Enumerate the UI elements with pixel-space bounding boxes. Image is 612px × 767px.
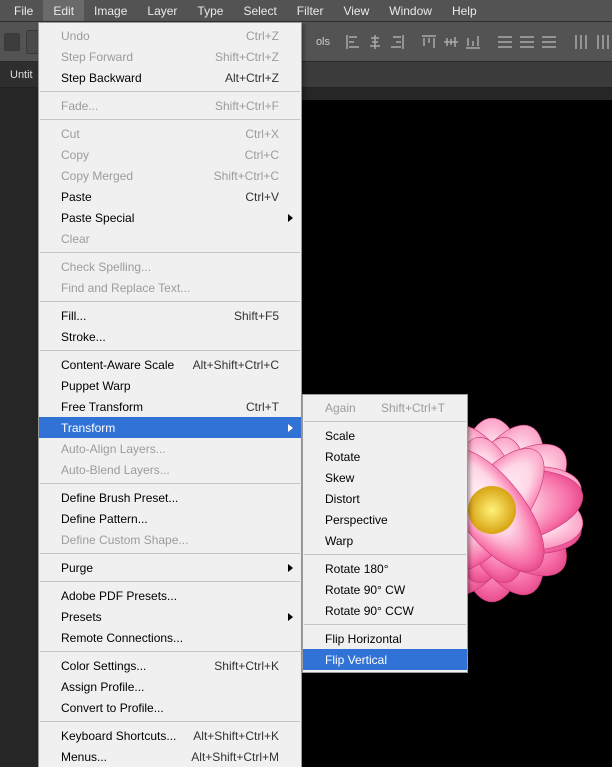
menu-separator bbox=[304, 624, 466, 625]
menu-puppet-warp[interactable]: Puppet Warp bbox=[39, 375, 301, 396]
menu-separator bbox=[40, 483, 300, 484]
menu-separator bbox=[40, 350, 300, 351]
align-bottom-edges-icon[interactable] bbox=[464, 33, 482, 51]
menu-layer[interactable]: Layer bbox=[137, 0, 187, 21]
menu-define-brush[interactable]: Define Brush Preset... bbox=[39, 487, 301, 508]
distribute-vcenters-icon[interactable] bbox=[518, 33, 536, 51]
menu-rotate-180[interactable]: Rotate 180° bbox=[303, 558, 467, 579]
distribute-top-icon[interactable] bbox=[496, 33, 514, 51]
menubar: File Edit Image Layer Type Select Filter… bbox=[0, 0, 612, 22]
menu-help[interactable]: Help bbox=[442, 0, 487, 21]
distribute-left-icon[interactable] bbox=[572, 33, 590, 51]
menu-separator bbox=[40, 91, 300, 92]
menu-step-forward[interactable]: Step ForwardShift+Ctrl+Z bbox=[39, 46, 301, 67]
menu-menus[interactable]: Menus...Alt+Shift+Ctrl+M bbox=[39, 746, 301, 767]
submenu-arrow-icon bbox=[288, 613, 293, 621]
menu-convert-profile[interactable]: Convert to Profile... bbox=[39, 697, 301, 718]
menu-undo[interactable]: UndoCtrl+Z bbox=[39, 25, 301, 46]
menu-color-settings[interactable]: Color Settings...Shift+Ctrl+K bbox=[39, 655, 301, 676]
align-top-edges-icon[interactable] bbox=[420, 33, 438, 51]
tool-preset-picker[interactable] bbox=[4, 33, 20, 51]
menu-fill[interactable]: Fill...Shift+F5 bbox=[39, 305, 301, 326]
submenu-arrow-icon bbox=[288, 564, 293, 572]
menu-view[interactable]: View bbox=[333, 0, 379, 21]
menu-separator bbox=[40, 252, 300, 253]
menu-define-pattern[interactable]: Define Pattern... bbox=[39, 508, 301, 529]
menu-transform[interactable]: Transform bbox=[39, 417, 301, 438]
menu-paste-special[interactable]: Paste Special bbox=[39, 207, 301, 228]
menu-free-transform[interactable]: Free TransformCtrl+T bbox=[39, 396, 301, 417]
submenu-arrow-icon bbox=[288, 424, 293, 432]
align-left-edges-icon[interactable] bbox=[344, 33, 362, 51]
menu-flip-horizontal[interactable]: Flip Horizontal bbox=[303, 628, 467, 649]
menu-separator bbox=[40, 721, 300, 722]
distribute-bottom-icon[interactable] bbox=[540, 33, 558, 51]
menu-define-shape[interactable]: Define Custom Shape... bbox=[39, 529, 301, 550]
menu-file[interactable]: File bbox=[4, 0, 43, 21]
menu-check-spelling[interactable]: Check Spelling... bbox=[39, 256, 301, 277]
distribute-hcenters-icon[interactable] bbox=[594, 33, 612, 51]
align-right-edges-icon[interactable] bbox=[388, 33, 406, 51]
transform-submenu: AgainShift+Ctrl+T Scale Rotate Skew Dist… bbox=[302, 394, 468, 673]
menu-separator bbox=[40, 581, 300, 582]
menu-type[interactable]: Type bbox=[187, 0, 233, 21]
menu-rotate-90-cw[interactable]: Rotate 90° CW bbox=[303, 579, 467, 600]
menu-separator bbox=[40, 553, 300, 554]
menu-image[interactable]: Image bbox=[84, 0, 137, 21]
menu-keyboard-shortcuts[interactable]: Keyboard Shortcuts...Alt+Shift+Ctrl+K bbox=[39, 725, 301, 746]
align-vertical-centers-icon[interactable] bbox=[442, 33, 460, 51]
menu-step-backward[interactable]: Step BackwardAlt+Ctrl+Z bbox=[39, 67, 301, 88]
menu-transform-warp[interactable]: Warp bbox=[303, 530, 467, 551]
menu-purge[interactable]: Purge bbox=[39, 557, 301, 578]
menu-transform-rotate[interactable]: Rotate bbox=[303, 446, 467, 467]
toolbar-label-fragment: ols bbox=[316, 36, 330, 48]
menu-clear[interactable]: Clear bbox=[39, 228, 301, 249]
menu-transform-scale[interactable]: Scale bbox=[303, 425, 467, 446]
menu-rotate-90-ccw[interactable]: Rotate 90° CCW bbox=[303, 600, 467, 621]
menu-paste[interactable]: PasteCtrl+V bbox=[39, 186, 301, 207]
menu-copy[interactable]: CopyCtrl+C bbox=[39, 144, 301, 165]
menu-auto-blend[interactable]: Auto-Blend Layers... bbox=[39, 459, 301, 480]
menu-stroke[interactable]: Stroke... bbox=[39, 326, 301, 347]
menu-edit[interactable]: Edit bbox=[43, 0, 84, 21]
menu-fade[interactable]: Fade...Shift+Ctrl+F bbox=[39, 95, 301, 116]
menu-transform-again[interactable]: AgainShift+Ctrl+T bbox=[303, 397, 467, 418]
menu-filter[interactable]: Filter bbox=[287, 0, 334, 21]
menu-adobe-pdf-presets[interactable]: Adobe PDF Presets... bbox=[39, 585, 301, 606]
menu-select[interactable]: Select bbox=[233, 0, 286, 21]
menu-separator bbox=[304, 421, 466, 422]
menu-separator bbox=[40, 651, 300, 652]
menu-separator bbox=[40, 301, 300, 302]
menu-window[interactable]: Window bbox=[379, 0, 442, 21]
menu-assign-profile[interactable]: Assign Profile... bbox=[39, 676, 301, 697]
menu-presets[interactable]: Presets bbox=[39, 606, 301, 627]
menu-cut[interactable]: CutCtrl+X bbox=[39, 123, 301, 144]
menu-auto-align[interactable]: Auto-Align Layers... bbox=[39, 438, 301, 459]
edit-menu-dropdown: UndoCtrl+Z Step ForwardShift+Ctrl+Z Step… bbox=[38, 22, 302, 767]
menu-separator bbox=[40, 119, 300, 120]
menu-flip-vertical[interactable]: Flip Vertical bbox=[303, 649, 467, 670]
menu-transform-perspective[interactable]: Perspective bbox=[303, 509, 467, 530]
menu-separator bbox=[304, 554, 466, 555]
menu-copy-merged[interactable]: Copy MergedShift+Ctrl+C bbox=[39, 165, 301, 186]
align-horizontal-centers-icon[interactable] bbox=[366, 33, 384, 51]
menu-remote-connections[interactable]: Remote Connections... bbox=[39, 627, 301, 648]
menu-transform-distort[interactable]: Distort bbox=[303, 488, 467, 509]
submenu-arrow-icon bbox=[288, 214, 293, 222]
menu-content-aware-scale[interactable]: Content-Aware ScaleAlt+Shift+Ctrl+C bbox=[39, 354, 301, 375]
menu-find-replace[interactable]: Find and Replace Text... bbox=[39, 277, 301, 298]
menu-transform-skew[interactable]: Skew bbox=[303, 467, 467, 488]
